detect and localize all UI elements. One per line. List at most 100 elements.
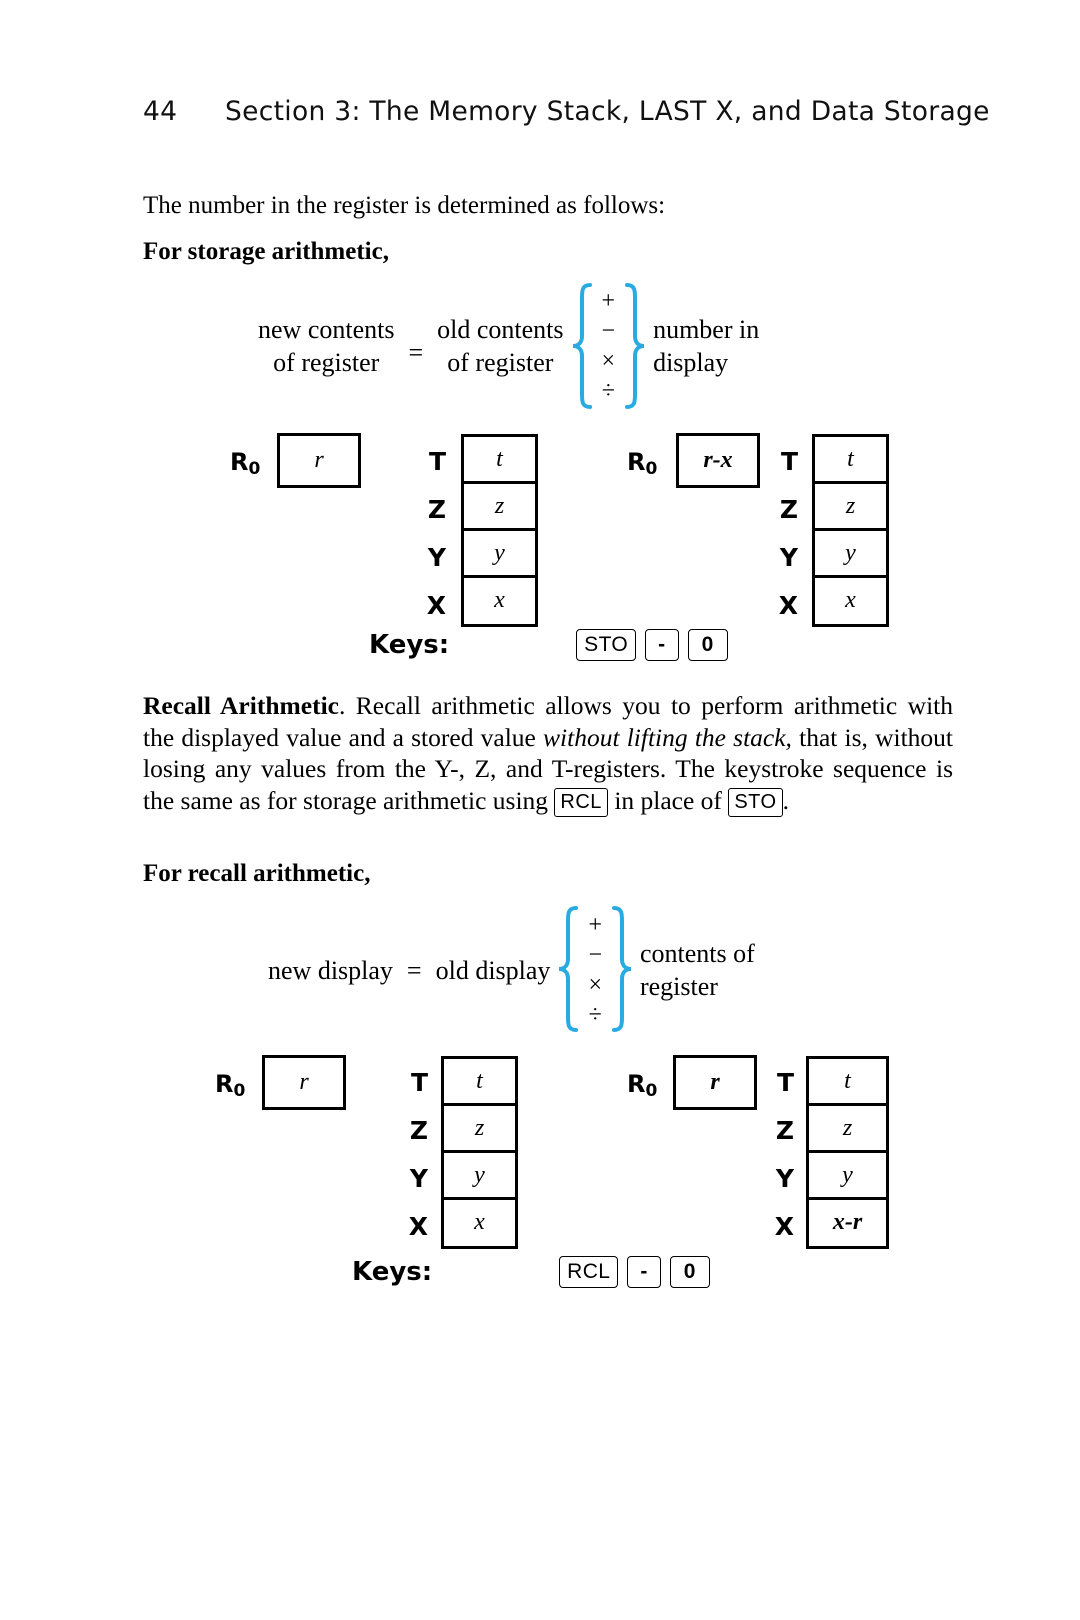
stack-cell-y-storage-before: y	[464, 531, 535, 578]
operator-list-recall: + − × ÷	[578, 910, 612, 1030]
heading-storage-arithmetic: For storage arithmetic,	[143, 238, 389, 265]
stack-cell-t-storage-after: t	[815, 437, 886, 484]
stack-cell-y-recall-after: y	[809, 1153, 886, 1200]
register-label-storage-before: R0	[230, 448, 261, 479]
register-label-storage-after: R0	[627, 448, 658, 479]
equation-recall-left: new display	[268, 954, 393, 987]
equation-recall-right: old display	[436, 954, 551, 987]
operator-list-storage: + − × ÷	[592, 286, 626, 406]
running-head: 44 Section 3: The Memory Stack, LAST X, a…	[143, 96, 990, 127]
stack-cell-t-recall-before: t	[444, 1059, 515, 1106]
stack-label-x-storage-after: X	[778, 591, 798, 620]
equation-recall-left-line1: new display	[268, 955, 393, 985]
equation-storage-tail: number in display	[653, 313, 759, 379]
stack-cell-z-recall-after: z	[809, 1106, 886, 1153]
intro-paragraph: The number in the register is determined…	[143, 192, 666, 219]
stack-label-y-storage-before: Y	[427, 543, 446, 572]
register-label-recall-after: R0	[627, 1070, 658, 1101]
recall-paragraph-part3: in place of	[607, 785, 729, 815]
stack-cell-z-storage-after: z	[815, 484, 886, 531]
keys-row-storage: Keys: STO - 0	[369, 629, 728, 661]
stack-cell-z-recall-before: z	[444, 1106, 515, 1153]
key-zero-storage[interactable]: 0	[687, 629, 728, 661]
recall-arithmetic-paragraph: Recall Arithmetic. Recall arithmetic all…	[143, 690, 953, 817]
keys-label-recall: Keys:	[352, 1257, 433, 1287]
operator-minus-recall: −	[588, 942, 602, 968]
equation-storage-left-line1: new contents	[258, 315, 395, 344]
key-sto-storage[interactable]: STO	[576, 629, 637, 661]
equation-storage-right: old contents of register	[437, 313, 563, 379]
stack-cell-t-storage-before: t	[464, 437, 535, 484]
equals-sign: =	[408, 337, 424, 367]
operator-plus-recall: +	[588, 912, 602, 938]
equation-storage-arithmetic: new contents of register = old contents …	[258, 282, 759, 410]
stack-label-x-recall-before: X	[408, 1212, 428, 1241]
stack-cell-x-recall-before: x	[474, 1209, 485, 1235]
operator-divide: ÷	[601, 378, 615, 404]
page-number: 44	[143, 96, 178, 127]
key-rcl-recall[interactable]: RCL	[559, 1256, 619, 1288]
stack-label-y-recall-before: Y	[409, 1164, 428, 1193]
stack-label-x-storage-before: X	[426, 591, 446, 620]
stack-column-recall-after: t z y x-r	[806, 1056, 889, 1249]
recall-paragraph-part4: .	[782, 785, 789, 815]
operator-brace-group-recall: + − × ÷	[556, 905, 634, 1035]
register-box-storage-before: r	[277, 433, 361, 488]
stack-column-recall-before: t z y x	[441, 1056, 518, 1249]
register-box-recall-before: r	[262, 1055, 346, 1110]
key-sto-inline[interactable]: STO	[728, 787, 783, 817]
equation-storage-right-line1: old contents	[437, 315, 564, 344]
equation-storage-left-line2: of register	[273, 348, 380, 377]
equation-recall-tail-line2: register	[639, 972, 718, 1001]
stack-cell-y-storage-after: y	[815, 531, 886, 578]
operator-times: ×	[601, 348, 616, 374]
keys-row-recall: Keys: RCL - 0	[352, 1256, 710, 1288]
equation-storage-right-line2: of register	[447, 348, 554, 377]
operator-minus: −	[601, 318, 616, 344]
stack-cell-x-storage-after: x	[845, 587, 856, 613]
document-page: 44 Section 3: The Memory Stack, LAST X, a…	[0, 0, 1080, 1620]
equation-recall-right-line1: old display	[435, 955, 551, 985]
key-minus-storage[interactable]: -	[645, 629, 679, 661]
stack-label-y-storage-after: Y	[779, 543, 798, 572]
recall-arithmetic-lead: Recall Arithmetic	[143, 691, 339, 720]
operator-plus: +	[601, 288, 616, 314]
operator-times-recall: ×	[588, 972, 602, 998]
stack-cell-z-storage-before: z	[464, 484, 535, 531]
stack-label-z-recall-after: Z	[775, 1116, 794, 1145]
stack-label-z-storage-before: Z	[427, 495, 446, 524]
equation-recall-tail-line1: contents of	[639, 939, 755, 968]
key-zero-recall[interactable]: 0	[669, 1256, 710, 1288]
operator-divide-recall: ÷	[588, 1002, 602, 1028]
left-brace-icon	[570, 282, 592, 410]
stack-label-y-recall-after: Y	[775, 1164, 794, 1193]
equation-recall-arithmetic: new display = old display + − × ÷ conten…	[268, 905, 755, 1035]
right-brace-icon	[625, 282, 647, 410]
stack-label-t-recall-after: T	[776, 1068, 794, 1097]
heading-recall-arithmetic: For recall arithmetic,	[143, 860, 371, 887]
register-label-recall-before: R0	[215, 1070, 246, 1101]
register-box-recall-after: r	[673, 1055, 757, 1110]
right-brace-icon-recall	[611, 905, 634, 1035]
equation-storage-tail-line2: display	[653, 348, 729, 377]
equals-sign-recall: =	[406, 955, 422, 985]
equation-recall-tail: contents of register	[640, 937, 755, 1003]
key-minus-recall[interactable]: -	[627, 1256, 661, 1288]
register-box-storage-after: r-x	[676, 433, 760, 488]
stack-label-x-recall-after: X	[774, 1212, 794, 1241]
stack-cell-y-recall-before: y	[444, 1153, 515, 1200]
equation-storage-left: new contents of register	[258, 313, 394, 379]
keys-label-storage: Keys:	[369, 630, 450, 660]
key-rcl-inline[interactable]: RCL	[554, 787, 608, 817]
stack-label-t-recall-before: T	[410, 1068, 428, 1097]
stack-cell-x-recall-after: x-r	[832, 1209, 863, 1235]
stack-label-t-storage-after: T	[780, 447, 798, 476]
stack-label-z-recall-before: Z	[409, 1116, 428, 1145]
left-brace-icon-recall	[556, 905, 579, 1035]
recall-paragraph-italic: without lifting the stack,	[543, 722, 792, 752]
stack-cell-t-recall-after: t	[809, 1059, 886, 1106]
stack-column-storage-before: t z y x	[461, 434, 538, 627]
stack-cell-x-storage-before: x	[494, 587, 505, 613]
stack-column-storage-after: t z y x	[812, 434, 889, 627]
stack-label-z-storage-after: Z	[779, 495, 798, 524]
